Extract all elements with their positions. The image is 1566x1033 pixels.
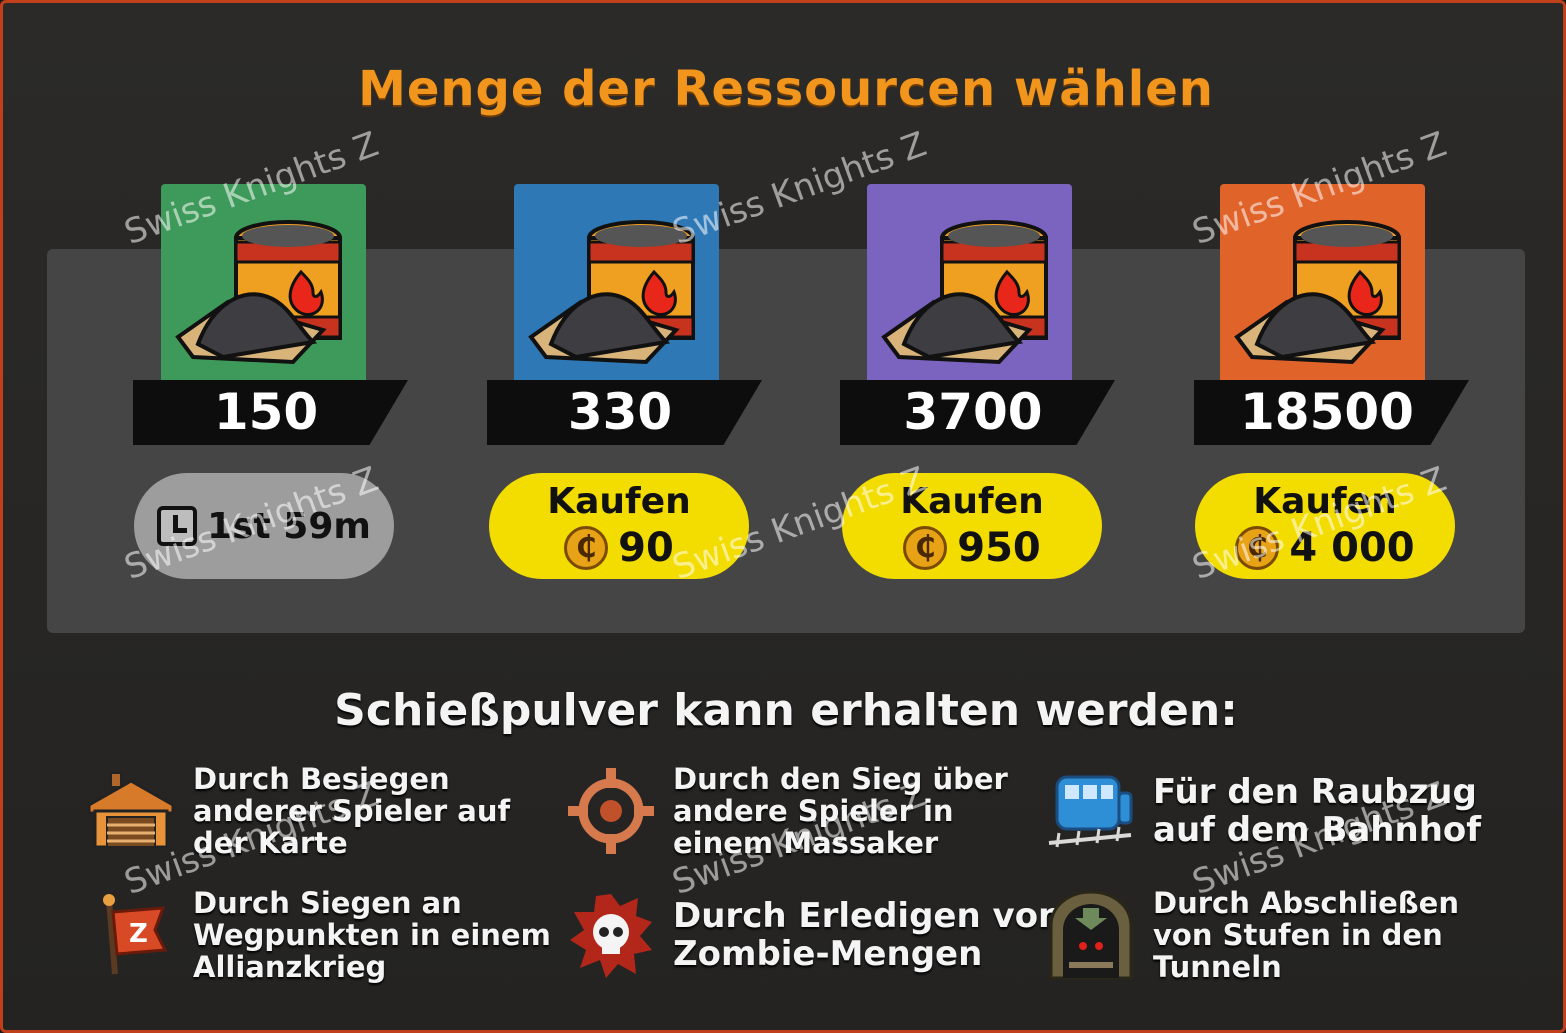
svg-text:Z: Z — [129, 919, 148, 949]
buy-price: ₵ 950 — [842, 525, 1102, 571]
gunpowder-barrel-icon — [528, 220, 695, 365]
price-value: 90 — [618, 525, 674, 571]
buy-label: Kaufen — [900, 481, 1044, 522]
pack-card-150 — [161, 184, 366, 380]
train-icon — [1043, 763, 1139, 859]
garage-base-icon — [83, 763, 179, 859]
timer-text: 1st 59m — [207, 505, 371, 547]
resource-amount-dialog: Menge der Ressourcen wählen 150 1st 59m — [0, 0, 1566, 1033]
source-text: Für den Raubzug auf dem Bahnhof — [1153, 772, 1482, 850]
buy-label: Kaufen — [1253, 481, 1397, 522]
source-text: Durch Abschließen von Stufen in den Tunn… — [1153, 886, 1459, 984]
gunpowder-barrel-icon — [881, 220, 1048, 365]
source-item: Durch den Sieg über andere Spieler in ei… — [563, 763, 1008, 859]
dialog-title: Menge der Ressourcen wählen — [358, 61, 1214, 117]
clock-icon — [157, 506, 198, 546]
source-text: Durch Siegen an Wegpunkten in einem Alli… — [193, 886, 551, 984]
price-value: 950 — [957, 525, 1041, 571]
buy-button-330[interactable]: Kaufen ₵ 90 — [489, 473, 749, 579]
crosshair-target-icon — [563, 763, 659, 859]
buy-button-3700[interactable]: Kaufen ₵ 950 — [842, 473, 1102, 579]
pack-card-3700 — [867, 184, 1072, 380]
source-text: Durch Erledigen von Zombie-Mengen — [673, 896, 1063, 974]
source-item: Durch Erledigen von Zombie-Mengen — [563, 887, 1062, 983]
buy-price: ₵ 90 — [489, 525, 749, 571]
pack-card-18500 — [1220, 184, 1425, 380]
zombie-skull-icon — [563, 887, 659, 983]
pack-card-330 — [514, 184, 719, 380]
buy-button-18500[interactable]: Kaufen ₵ 4 000 — [1195, 473, 1455, 579]
alliance-flag-icon: Z — [83, 887, 179, 983]
gunpowder-barrel-icon — [175, 220, 342, 365]
source-item: Für den Raubzug auf dem Bahnhof — [1043, 763, 1481, 859]
coin-icon: ₵ — [564, 526, 609, 570]
source-text: Durch Besiegen anderer Spieler auf der K… — [193, 762, 511, 860]
source-item: Durch Besiegen anderer Spieler auf der K… — [83, 763, 510, 859]
coin-icon: ₵ — [903, 526, 948, 570]
tunnel-monster-icon — [1043, 887, 1139, 983]
pack-amount: 3700 — [840, 380, 1115, 445]
pack-timer: 1st 59m — [134, 473, 394, 579]
source-text: Durch den Sieg über andere Spieler in ei… — [673, 762, 1008, 860]
source-item: Z Durch Siegen an Wegpunkten in einem Al… — [83, 887, 551, 983]
pack-amount: 18500 — [1194, 380, 1469, 445]
buy-price: ₵ 4 000 — [1195, 525, 1455, 571]
source-item: Durch Abschließen von Stufen in den Tunn… — [1043, 887, 1459, 983]
buy-label: Kaufen — [547, 481, 691, 522]
price-value: 4 000 — [1289, 525, 1415, 571]
sources-heading: Schießpulver kann erhalten werden: — [334, 685, 1238, 736]
pack-amount: 150 — [133, 380, 408, 445]
gunpowder-barrel-icon — [1234, 220, 1401, 365]
coin-icon: ₵ — [1235, 526, 1280, 570]
pack-amount: 330 — [487, 380, 762, 445]
